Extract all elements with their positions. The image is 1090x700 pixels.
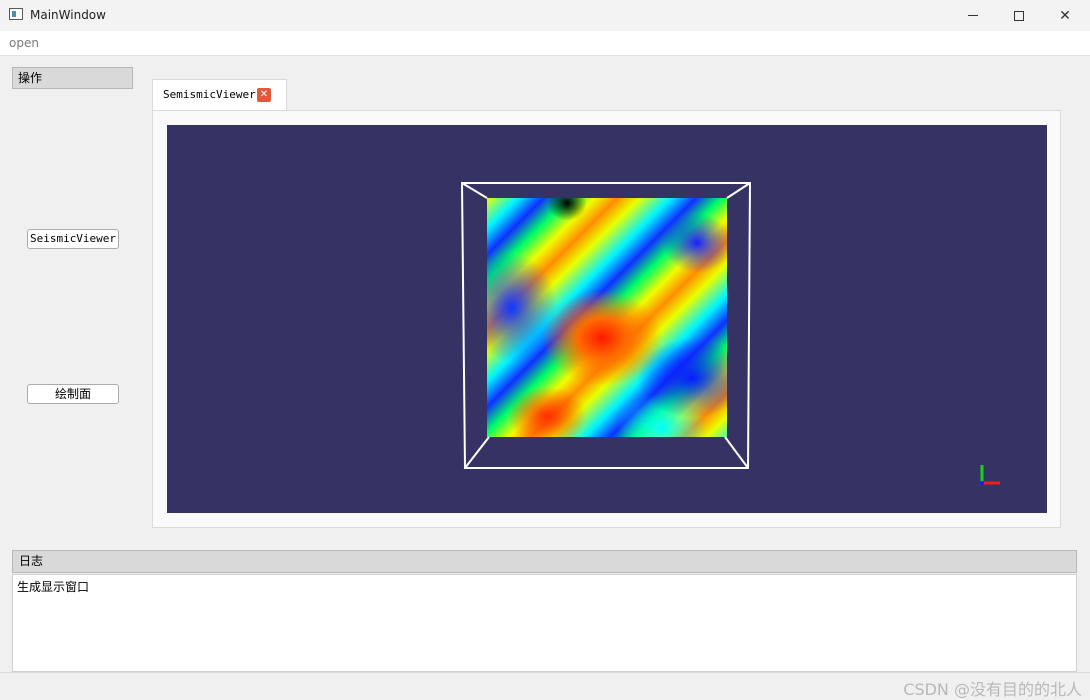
- app-window-icon: [9, 8, 23, 20]
- minimize-button[interactable]: [950, 0, 996, 31]
- box-edge: [461, 182, 488, 199]
- minimize-icon: [968, 15, 978, 16]
- orientation-axes-icon: [980, 465, 1000, 485]
- vtk-render-viewport[interactable]: [167, 125, 1047, 513]
- box-outer-frame: [460, 182, 752, 469]
- title-bar: MainWindow ✕: [0, 0, 1090, 31]
- log-dock-title: 日志: [12, 550, 1077, 573]
- operations-dock-title: 操作: [12, 67, 133, 89]
- axis-z-dot: [980, 481, 984, 485]
- box-edge: [724, 436, 749, 469]
- close-window-button[interactable]: ✕: [1042, 0, 1088, 31]
- tab-close-icon[interactable]: ✕: [257, 88, 271, 102]
- draw-surface-button[interactable]: 绘制面: [27, 384, 119, 404]
- bounding-box-outline: [460, 182, 752, 469]
- tab-label: SemismicViewer: [163, 88, 256, 101]
- watermark-text: CSDN @没有目的的北人: [903, 680, 1082, 699]
- scene-overlay: [460, 182, 1000, 485]
- menu-item-open[interactable]: open: [9, 36, 39, 50]
- box-edge: [726, 182, 751, 199]
- status-bar: CSDN @没有目的的北人: [0, 672, 1090, 699]
- maximize-button[interactable]: [996, 0, 1042, 31]
- tab-semismic-viewer[interactable]: SemismicViewer ✕: [152, 79, 287, 110]
- log-line: 生成显示窗口: [17, 580, 90, 594]
- menu-bar: open: [0, 31, 1090, 56]
- operations-dock: 操作 SeismicViewer 绘制面: [12, 67, 133, 547]
- close-icon: ✕: [1059, 7, 1071, 24]
- log-text-area[interactable]: 生成显示窗口: [12, 574, 1077, 672]
- maximize-icon: [1014, 10, 1024, 21]
- window-title: MainWindow: [30, 8, 106, 22]
- box-edge: [464, 436, 490, 469]
- seismic-viewer-button[interactable]: SeismicViewer: [27, 229, 119, 249]
